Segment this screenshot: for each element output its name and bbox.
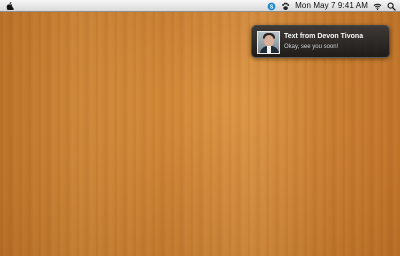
avatar-collar xyxy=(267,46,271,53)
wifi-icon[interactable] xyxy=(373,2,382,11)
search-icon[interactable] xyxy=(387,2,396,11)
svg-text:S: S xyxy=(270,4,274,10)
apple-icon[interactable] xyxy=(6,2,14,10)
status-area: S Mon May 7 9:41 AM xyxy=(267,0,396,12)
notification-title: Text from Devon Tivona xyxy=(284,33,364,40)
paw-icon[interactable] xyxy=(281,2,290,11)
notification-message: Okay, see you soon! xyxy=(284,44,339,50)
skype-icon[interactable]: S xyxy=(267,2,276,11)
message-notification[interactable]: Text from Devon Tivona Okay, see you soo… xyxy=(251,25,390,58)
contact-avatar xyxy=(257,31,280,54)
menu-bar-clock[interactable]: Mon May 7 9:41 AM xyxy=(295,0,368,12)
menu-bar: S Mon May 7 9:41 AM xyxy=(0,0,400,12)
